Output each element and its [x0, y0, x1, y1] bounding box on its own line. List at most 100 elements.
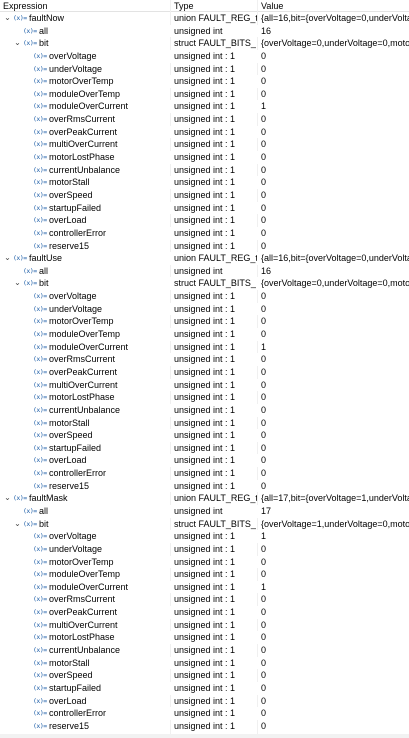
value-cell[interactable]: 0 — [261, 404, 409, 417]
tree-row[interactable]: ⌄ (x)= faultNow union FAULT_REG_t {all=16,bi… — [0, 12, 409, 25]
tree-row[interactable]: (x)= motorLostPhase unsigned int : 1 0 — [0, 391, 409, 404]
tree-row[interactable]: (x)= controllerError unsigned int : 1 0 — [0, 226, 409, 240]
tree-row[interactable]: (x)= moduleOverTemp unsigned int : 1 0 — [0, 88, 409, 101]
tree-row[interactable]: (x)= moduleOverCurrent unsigned int : 1 1 — [0, 341, 409, 354]
value-cell[interactable]: 0 — [261, 631, 409, 644]
value-cell[interactable]: 0 — [261, 353, 409, 366]
value-cell[interactable]: 0 — [261, 720, 409, 733]
tree-row[interactable]: (x)= overLoad unsigned int : 1 0 — [0, 454, 409, 468]
value-cell[interactable]: 16 — [261, 25, 409, 38]
column-header-value[interactable]: Value — [257, 0, 409, 12]
tree-row[interactable]: (x)= moduleOverCurrent unsigned int : 1 1 — [0, 580, 409, 594]
tree-row[interactable]: ⌄ (x)= bit struct FAULT_BITS_ {overVoltage=0… — [0, 277, 409, 291]
value-cell[interactable]: {all=16,bit={overVoltage=0,underVoltage=… — [261, 252, 409, 265]
value-cell[interactable]: 0 — [261, 429, 409, 442]
tree-row[interactable]: (x)= motorStall unsigned int : 1 0 — [0, 176, 409, 189]
tree-row[interactable]: (x)= startupFailed unsigned int : 1 0 — [0, 201, 409, 215]
value-cell[interactable]: 0 — [261, 379, 409, 392]
value-cell[interactable]: 1 — [261, 100, 409, 113]
value-cell[interactable]: 0 — [261, 695, 409, 708]
tree-row[interactable]: ⌄ (x)= bit struct FAULT_BITS_ {overVoltage=0… — [0, 37, 409, 50]
tree-row[interactable]: (x)= overRmsCurrent unsigned int : 1 0 — [0, 353, 409, 366]
tree-row[interactable]: (x)= reserve15 unsigned int : 1 0 — [0, 720, 409, 733]
value-cell[interactable]: 0 — [261, 189, 409, 202]
value-cell[interactable]: 0 — [261, 164, 409, 177]
value-cell[interactable]: 0 — [261, 290, 409, 303]
tree-row[interactable]: (x)= overVoltage unsigned int : 1 0 — [0, 49, 409, 63]
tree-row[interactable]: (x)= overPeakCurrent unsigned int : 1 0 — [0, 606, 409, 619]
tree-row[interactable]: (x)= overPeakCurrent unsigned int : 1 0 — [0, 366, 409, 379]
value-cell[interactable]: 0 — [261, 417, 409, 430]
tree-row[interactable]: (x)= all unsigned int 16 — [0, 265, 409, 278]
tree-row[interactable]: (x)= startupFailed unsigned int : 1 0 — [0, 681, 409, 695]
chevron-down-icon[interactable]: ⌄ — [3, 492, 12, 505]
tree-row[interactable]: (x)= motorOverTemp unsigned int : 1 0 — [0, 555, 409, 569]
value-cell[interactable]: 0 — [261, 707, 409, 720]
tree-row[interactable]: (x)= underVoltage unsigned int : 1 0 — [0, 63, 409, 76]
value-cell[interactable]: 1 — [261, 530, 409, 543]
value-cell[interactable]: 16 — [261, 265, 409, 278]
value-cell[interactable]: 0 — [261, 151, 409, 164]
tree-row[interactable]: ⌄ (x)= bit struct FAULT_BITS_ {overVoltage=1… — [0, 518, 409, 531]
tree-row[interactable]: (x)= moduleOverTemp unsigned int : 1 0 — [0, 568, 409, 581]
tree-row[interactable]: (x)= motorLostPhase unsigned int : 1 0 — [0, 151, 409, 164]
tree-row[interactable]: (x)= controllerError unsigned int : 1 0 — [0, 467, 409, 480]
value-cell[interactable]: 0 — [261, 227, 409, 240]
tree-row[interactable]: (x)= all unsigned int 17 — [0, 504, 409, 518]
tree-row[interactable]: (x)= motorStall unsigned int : 1 0 — [0, 656, 409, 670]
column-header-expression[interactable]: Expression — [0, 0, 170, 12]
column-header-type[interactable]: Type — [170, 0, 257, 12]
value-cell[interactable]: {overVoltage=0,underVoltage=0,motorOverT… — [261, 37, 409, 50]
value-cell[interactable]: 0 — [261, 442, 409, 455]
value-cell[interactable]: {all=16,bit={overVoltage=0,underVoltage=… — [261, 12, 409, 25]
tree-row[interactable]: (x)= multiOverCurrent unsigned int : 1 0 — [0, 619, 409, 632]
value-cell[interactable]: 17 — [261, 505, 409, 518]
value-cell[interactable]: 1 — [261, 581, 409, 594]
value-cell[interactable]: 0 — [261, 88, 409, 101]
tree-row[interactable]: (x)= moduleOverCurrent unsigned int : 1 1 — [0, 100, 409, 114]
tree-row[interactable]: (x)= overLoad unsigned int : 1 0 — [0, 695, 409, 708]
tree-row[interactable]: (x)= overSpeed unsigned int : 1 0 — [0, 669, 409, 682]
tree-row[interactable]: (x)= moduleOverTemp unsigned int : 1 0 — [0, 328, 409, 341]
chevron-down-icon[interactable]: ⌄ — [3, 12, 12, 25]
tree-row[interactable]: ⌄ (x)= faultUse union FAULT_REG_t {all=16,bi… — [0, 252, 409, 265]
value-cell[interactable]: 0 — [261, 467, 409, 480]
value-cell[interactable]: 0 — [261, 619, 409, 632]
tree-row[interactable]: (x)= motorStall unsigned int : 1 0 — [0, 417, 409, 430]
tree-row[interactable]: (x)= overSpeed unsigned int : 1 0 — [0, 429, 409, 442]
tree-row[interactable]: (x)= overRmsCurrent unsigned int : 1 0 — [0, 113, 409, 126]
value-cell[interactable]: 0 — [261, 202, 409, 215]
tree-row[interactable]: (x)= motorOverTemp unsigned int : 1 0 — [0, 75, 409, 88]
tree-row[interactable]: (x)= overSpeed unsigned int : 1 0 — [0, 189, 409, 202]
chevron-down-icon[interactable]: ⌄ — [13, 37, 22, 50]
value-cell[interactable]: 0 — [261, 113, 409, 126]
value-cell[interactable]: 0 — [261, 657, 409, 670]
value-cell[interactable]: 0 — [261, 669, 409, 682]
tree-row[interactable]: (x)= currentUnbalance unsigned int : 1 0 — [0, 403, 409, 417]
tree-row[interactable]: (x)= overRmsCurrent unsigned int : 1 0 — [0, 593, 409, 606]
value-cell[interactable]: 0 — [261, 214, 409, 227]
tree-row[interactable]: (x)= reserve15 unsigned int : 1 0 — [0, 479, 409, 493]
tree-row[interactable]: (x)= motorLostPhase unsigned int : 1 0 — [0, 631, 409, 645]
tree-row[interactable]: (x)= overVoltage unsigned int : 1 1 — [0, 530, 409, 543]
chevron-down-icon[interactable]: ⌄ — [13, 518, 22, 531]
value-cell[interactable]: 0 — [261, 454, 409, 467]
value-cell[interactable]: 0 — [261, 568, 409, 581]
chevron-down-icon[interactable]: ⌄ — [3, 252, 12, 265]
tree-row[interactable]: (x)= overVoltage unsigned int : 1 0 — [0, 290, 409, 303]
tree-row[interactable]: (x)= all unsigned int 16 — [0, 24, 409, 38]
tree-row[interactable]: (x)= motorOverTemp unsigned int : 1 0 — [0, 315, 409, 328]
value-cell[interactable]: {overVoltage=0,underVoltage=0,motorOverT… — [261, 277, 409, 290]
value-cell[interactable]: 0 — [261, 303, 409, 316]
tree-row[interactable]: (x)= currentUnbalance unsigned int : 1 0 — [0, 164, 409, 177]
value-cell[interactable]: 0 — [261, 328, 409, 341]
tree-row[interactable]: (x)= overLoad unsigned int : 1 0 — [0, 214, 409, 227]
value-cell[interactable]: 0 — [261, 391, 409, 404]
horizontal-scrollbar[interactable] — [0, 734, 409, 738]
value-cell[interactable]: 0 — [261, 606, 409, 619]
value-cell[interactable]: 0 — [261, 682, 409, 695]
value-cell[interactable]: 0 — [261, 63, 409, 76]
value-cell[interactable]: 1 — [261, 341, 409, 354]
value-cell[interactable]: 0 — [261, 366, 409, 379]
tree-row[interactable]: (x)= overPeakCurrent unsigned int : 1 0 — [0, 125, 409, 139]
